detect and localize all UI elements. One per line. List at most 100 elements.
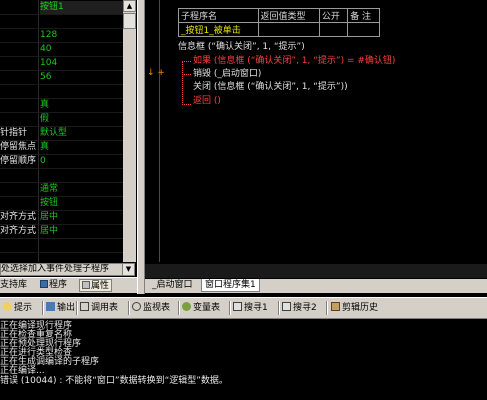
property-row[interactable]: 真 (0, 99, 135, 113)
return-type-cell[interactable] (257, 22, 320, 37)
scroll-thumb[interactable] (123, 13, 136, 29)
subroutine-name[interactable]: _按钮1_被单击 (178, 22, 259, 37)
code-line-4[interactable]: 关闭 (信息框 (“确认关闭”, 1, “提示”)) (193, 81, 348, 93)
search-icon (233, 302, 242, 311)
clipboard-icon (331, 302, 340, 311)
property-value[interactable] (40, 15, 124, 28)
property-scrollbar[interactable]: ▲ (123, 0, 136, 262)
editor-tabs: _启动窗口 窗口程序集1 (145, 279, 487, 293)
code-line-3[interactable]: 销毁 (_启动窗口) (193, 68, 261, 80)
property-row[interactable]: 针指针 默认型 (0, 127, 135, 141)
property-value[interactable]: 假 (40, 113, 124, 126)
property-value[interactable] (40, 239, 124, 252)
property-name (0, 113, 38, 126)
code-editor[interactable] (145, 0, 487, 262)
property-value[interactable]: 通常 (40, 183, 124, 196)
tab-search-2[interactable]: 搜寻2 (282, 301, 317, 315)
output-icon (46, 302, 55, 311)
tab-variable-table[interactable]: 变量表 (182, 301, 220, 315)
call-table-icon (80, 302, 89, 311)
public-cell[interactable] (318, 22, 349, 37)
tab-properties[interactable]: 属性 (79, 279, 113, 292)
property-value[interactable]: 128 (40, 29, 124, 42)
property-row[interactable]: 对齐方式 居中 (0, 211, 135, 225)
code-line-4-text: 关闭 (信息框 (“确认关闭”, 1, “提示”)) (193, 82, 348, 92)
code-line-1[interactable]: 信息框 (“确认关闭”, 1, “提示”) (178, 41, 305, 53)
program-icon (40, 280, 48, 288)
property-row[interactable]: 按钮 (0, 197, 135, 211)
property-value[interactable]: 真 (40, 141, 124, 154)
property-value[interactable]: 0 (40, 155, 124, 168)
tab-window-assembly-1[interactable]: 窗口程序集1 (201, 279, 260, 292)
property-value[interactable]: 按钮1 (40, 1, 124, 14)
info-icon (3, 302, 12, 311)
property-value[interactable] (40, 85, 124, 98)
properties-icon (82, 281, 90, 289)
property-name: 针指针 (0, 128, 28, 138)
tab-hint[interactable]: 提示 (3, 301, 32, 315)
output-toolbar: 提示 输出 调用表 监视表 变量表 搜寻1 搜寻2 剪辑历史 (0, 297, 487, 319)
output-panel[interactable]: 正在编译现行程序 正在检查重复名称 正在预处理现行程序 正在进行类型检查 正在生… (0, 319, 487, 400)
property-name: 停留焦点 (0, 142, 37, 152)
tab-clipboard-history[interactable]: 剪辑历史 (331, 301, 378, 315)
tab-search-1[interactable]: 搜寻1 (233, 301, 268, 315)
editor-horizontal-scrollbar[interactable] (145, 264, 487, 278)
property-name (0, 71, 38, 84)
property-row[interactable]: 128 (0, 29, 135, 43)
property-value[interactable] (40, 169, 124, 182)
property-name (0, 169, 38, 182)
property-row[interactable]: 停留焦点真 (0, 141, 135, 155)
tab-program[interactable]: 程序 (40, 279, 67, 292)
property-row[interactable]: 40 (0, 43, 135, 57)
property-row[interactable]: 对齐方式 居中 (0, 225, 135, 239)
property-row[interactable]: 停留顺序 0 (0, 155, 135, 169)
property-value[interactable]: 居中 (40, 225, 124, 238)
property-row[interactable] (0, 169, 135, 183)
code-line-2[interactable]: 如果 (信息框 (“确认关闭”, 1, “提示”) = #确认钮) (193, 55, 395, 67)
chevron-down-icon[interactable]: ▼ (122, 264, 134, 275)
property-value[interactable]: 104 (40, 57, 124, 70)
property-value[interactable]: 按钮 (40, 197, 124, 210)
output-error-line: 错误 (10044) : 不能将“窗口”数据转换到“逻辑型”数据。 (0, 376, 228, 386)
property-row[interactable]: 通常 (0, 183, 135, 197)
code-line-1-text: 信息框 (“确认关闭”, 1, “提示”) (178, 42, 305, 52)
tab-call-table[interactable]: 调用表 (80, 301, 118, 315)
header-return-type: 返回值类型 (257, 8, 320, 23)
property-value[interactable]: 40 (40, 43, 124, 56)
property-value[interactable]: 默认型 (40, 127, 124, 140)
property-name (0, 43, 38, 56)
flow-line-vertical (182, 61, 183, 105)
property-value[interactable]: 56 (40, 71, 124, 84)
breakpoint-markers[interactable]: ↓ + (147, 67, 165, 79)
property-row[interactable]: 104 (0, 57, 135, 71)
tab-watch-table[interactable]: 监视表 (132, 301, 170, 315)
property-name (0, 197, 38, 210)
property-panel: 按钮1 128 40 104 56 真假针指针 默认型 停留焦点真停留顺序 0 通常 按钮 对齐方式居… (0, 0, 137, 262)
property-row[interactable] (0, 239, 135, 253)
tab-startup-window[interactable]: _启动窗口 (149, 279, 196, 292)
property-name: 对齐方式 (0, 226, 37, 236)
property-name (0, 85, 38, 98)
property-name (0, 1, 38, 14)
subroutine-header-table: 子程序名 返回值类型 公开 备 注 _按钮1_被单击 (178, 8, 380, 37)
property-value[interactable]: 居中 (40, 211, 124, 224)
left-panel-tabs: 支持库 程序 属性 (0, 277, 137, 293)
code-line-5[interactable]: 返回 () (193, 95, 221, 107)
property-row[interactable]: 假 (0, 113, 135, 127)
scroll-up-button[interactable]: ▲ (123, 0, 136, 12)
flow-line (182, 104, 191, 105)
event-handler-combobox[interactable]: 处选择加入事件处理子程序 ▼ (0, 263, 135, 276)
property-row[interactable]: 按钮1 (0, 1, 135, 15)
tab-output[interactable]: 输出 (46, 301, 75, 315)
tab-support-library[interactable]: 支持库 (0, 279, 27, 292)
event-combo-text: 处选择加入事件处理子程序 (1, 264, 110, 274)
property-name (0, 99, 38, 112)
property-row[interactable]: 56 (0, 71, 135, 85)
property-name (0, 239, 38, 252)
remark-cell[interactable] (347, 22, 380, 37)
panel-splitter[interactable] (137, 0, 145, 294)
property-row[interactable] (0, 15, 135, 29)
property-value[interactable]: 真 (40, 99, 124, 112)
property-name (0, 29, 38, 42)
property-row[interactable] (0, 85, 135, 99)
